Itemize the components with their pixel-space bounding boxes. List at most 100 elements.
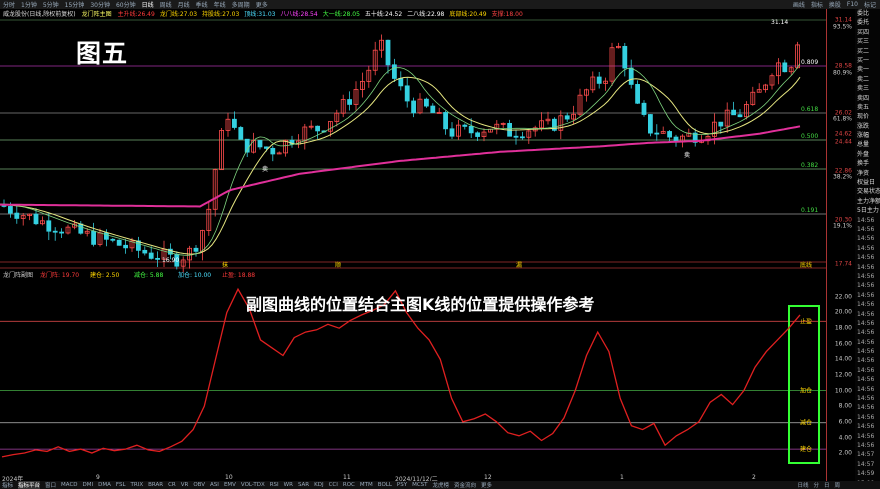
period-switch[interactable]: 周 <box>834 481 840 489</box>
sidebar-item[interactable]: 5日主力 <box>855 206 880 215</box>
period-switch[interactable]: 分 <box>813 481 819 489</box>
sidebar-item[interactable]: 买一 <box>855 56 880 65</box>
indicator-tab[interactable]: ASI <box>210 482 219 488</box>
sidebar-item[interactable]: 总量 <box>855 140 880 149</box>
sidebar-item[interactable]: 主力净额 <box>855 197 880 206</box>
indicator-tab[interactable]: 指标 <box>2 481 13 489</box>
indicator-tab[interactable]: FSL <box>116 482 126 488</box>
indicator-tab[interactable]: 资金流向 <box>454 481 476 489</box>
sidebar-item[interactable]: 14:56 <box>855 253 880 262</box>
indicator-tab[interactable]: RSI <box>270 482 279 488</box>
candle-body <box>33 213 39 225</box>
sidebar-item[interactable]: 委比 <box>855 9 880 18</box>
sidebar-item[interactable]: 换手 <box>855 159 880 168</box>
indicator-tab[interactable]: MTM <box>360 482 373 488</box>
sidebar-item[interactable]: 14:57 <box>855 460 880 469</box>
sidebar-item[interactable]: 14:56 <box>855 347 880 356</box>
sidebar-item[interactable]: 委托 <box>855 18 880 27</box>
indicator-tab[interactable]: 窗口 <box>45 481 56 489</box>
indicator-tab[interactable]: SAR <box>298 482 309 488</box>
sidebar-item[interactable]: 外盘 <box>855 150 880 159</box>
indicator-tab[interactable]: CR <box>168 482 176 488</box>
date-tick: 2 <box>752 474 756 481</box>
indicator-tab[interactable]: DMA <box>98 482 111 488</box>
period-switch[interactable]: 日 <box>824 481 830 489</box>
sidebar-item[interactable]: 卖四 <box>855 94 880 103</box>
sidebar-item[interactable]: 涨跌 <box>855 122 880 131</box>
indicator-tab[interactable]: 更多 <box>481 481 492 489</box>
candle-body <box>52 230 58 233</box>
sidebar-item[interactable]: 14:56 <box>855 422 880 431</box>
candle-body <box>116 239 122 246</box>
indicator-tab[interactable]: CCI <box>329 482 338 488</box>
indicator-tab[interactable]: BRAR <box>148 482 163 488</box>
sidebar-item[interactable]: 14:56 <box>855 216 880 225</box>
sidebar-item[interactable]: 14:59 <box>855 469 880 478</box>
indicator-tab[interactable]: VR <box>181 482 189 488</box>
indicator-tab[interactable]: ROC <box>343 482 355 488</box>
sidebar-item[interactable]: 14:56 <box>855 263 880 272</box>
sidebar-item[interactable]: 14:56 <box>855 385 880 394</box>
sidebar-item[interactable]: 14:56 <box>855 441 880 450</box>
sub-level-label: 止盈 <box>800 317 812 325</box>
candle-body <box>782 62 788 73</box>
sidebar-item[interactable]: 14:56 <box>855 310 880 319</box>
sidebar-item[interactable]: 买二 <box>855 47 880 56</box>
candle-body <box>648 114 653 134</box>
indicator-tab[interactable]: VOL-TDX <box>241 482 265 488</box>
sidebar-item[interactable]: 14:56 <box>855 403 880 412</box>
sidebar-item[interactable]: 卖三 <box>855 84 880 93</box>
sidebar-item[interactable]: 14:56 <box>855 300 880 309</box>
indicator-tab[interactable]: MCST <box>412 482 427 488</box>
sidebar-item[interactable]: 14:56 <box>855 432 880 441</box>
indicator-tab[interactable]: EMV <box>224 482 236 488</box>
indicator-tab[interactable]: PSY <box>397 482 407 488</box>
sidebar-item[interactable]: 14:56 <box>855 272 880 281</box>
candle-body <box>718 121 724 127</box>
sidebar-item[interactable]: 14:56 <box>855 413 880 422</box>
sidebar-item[interactable]: 现价 <box>855 112 880 121</box>
sidebar-item[interactable]: 14:56 <box>855 375 880 384</box>
sub-tick: 20.00 <box>834 308 852 316</box>
sidebar-item[interactable]: 14:56 <box>855 366 880 375</box>
sidebar-item[interactable]: 买三 <box>855 37 880 46</box>
indicator-tab[interactable]: DMI <box>83 482 94 488</box>
sidebar-item[interactable]: 卖一 <box>855 65 880 74</box>
percent-tick: 80.9% <box>832 69 852 77</box>
sidebar-item[interactable]: 14:56 <box>855 234 880 243</box>
sidebar-item[interactable]: 涨幅 <box>855 131 880 140</box>
sub-header: 龙门阵副图 <box>3 271 33 279</box>
indicator-tab[interactable]: BOLL <box>378 482 392 488</box>
price-tick: 24.44 <box>834 138 852 146</box>
indicator-tab[interactable]: 龙虎榜 <box>433 481 450 489</box>
indicator-tab[interactable]: WR <box>284 482 293 488</box>
candle-body <box>7 206 13 214</box>
sidebar-item[interactable]: 14:56 <box>855 338 880 347</box>
sidebar-item[interactable]: 净资 <box>855 169 880 178</box>
sidebar-item[interactable]: 14:56 <box>855 281 880 290</box>
period-switch[interactable]: 日线 <box>797 481 808 489</box>
date-tick: 9 <box>96 474 100 481</box>
indicator-tab[interactable]: OBV <box>193 482 205 488</box>
sidebar-item[interactable]: 14:57 <box>855 450 880 459</box>
sidebar-item[interactable]: 14:56 <box>855 328 880 337</box>
indicator-tab[interactable]: MACD <box>61 482 78 488</box>
sidebar-item[interactable]: 14:56 <box>855 291 880 300</box>
candle-body <box>59 231 64 234</box>
overlay-subtitle: 副图曲线的位置结合主图K线的位置提供操作参考 <box>246 295 595 314</box>
indicator-tab[interactable]: 指标平台 <box>18 481 41 489</box>
candle-body <box>622 45 628 69</box>
sidebar-item[interactable]: 14:56 <box>855 356 880 365</box>
sidebar-item[interactable]: 权益日 <box>855 178 880 187</box>
sidebar-item[interactable]: 卖二 <box>855 75 880 84</box>
sidebar-item[interactable]: 14:56 <box>855 244 880 253</box>
sidebar-item[interactable]: 14:56 <box>855 225 880 234</box>
sidebar-item[interactable]: 14:56 <box>855 394 880 403</box>
sidebar-item[interactable]: 14:56 <box>855 319 880 328</box>
sidebar-item[interactable]: 卖五 <box>855 103 880 112</box>
chart-canvas[interactable]: 0.8090.6180.5000.3820.19131.1416.90卖卖抹顺漏… <box>0 0 880 489</box>
sidebar-item[interactable]: 交易状态 <box>855 187 880 196</box>
indicator-tab[interactable]: TRIX <box>131 482 144 488</box>
sidebar-item[interactable]: 买四 <box>855 28 880 37</box>
indicator-tab[interactable]: KDJ <box>314 482 323 488</box>
